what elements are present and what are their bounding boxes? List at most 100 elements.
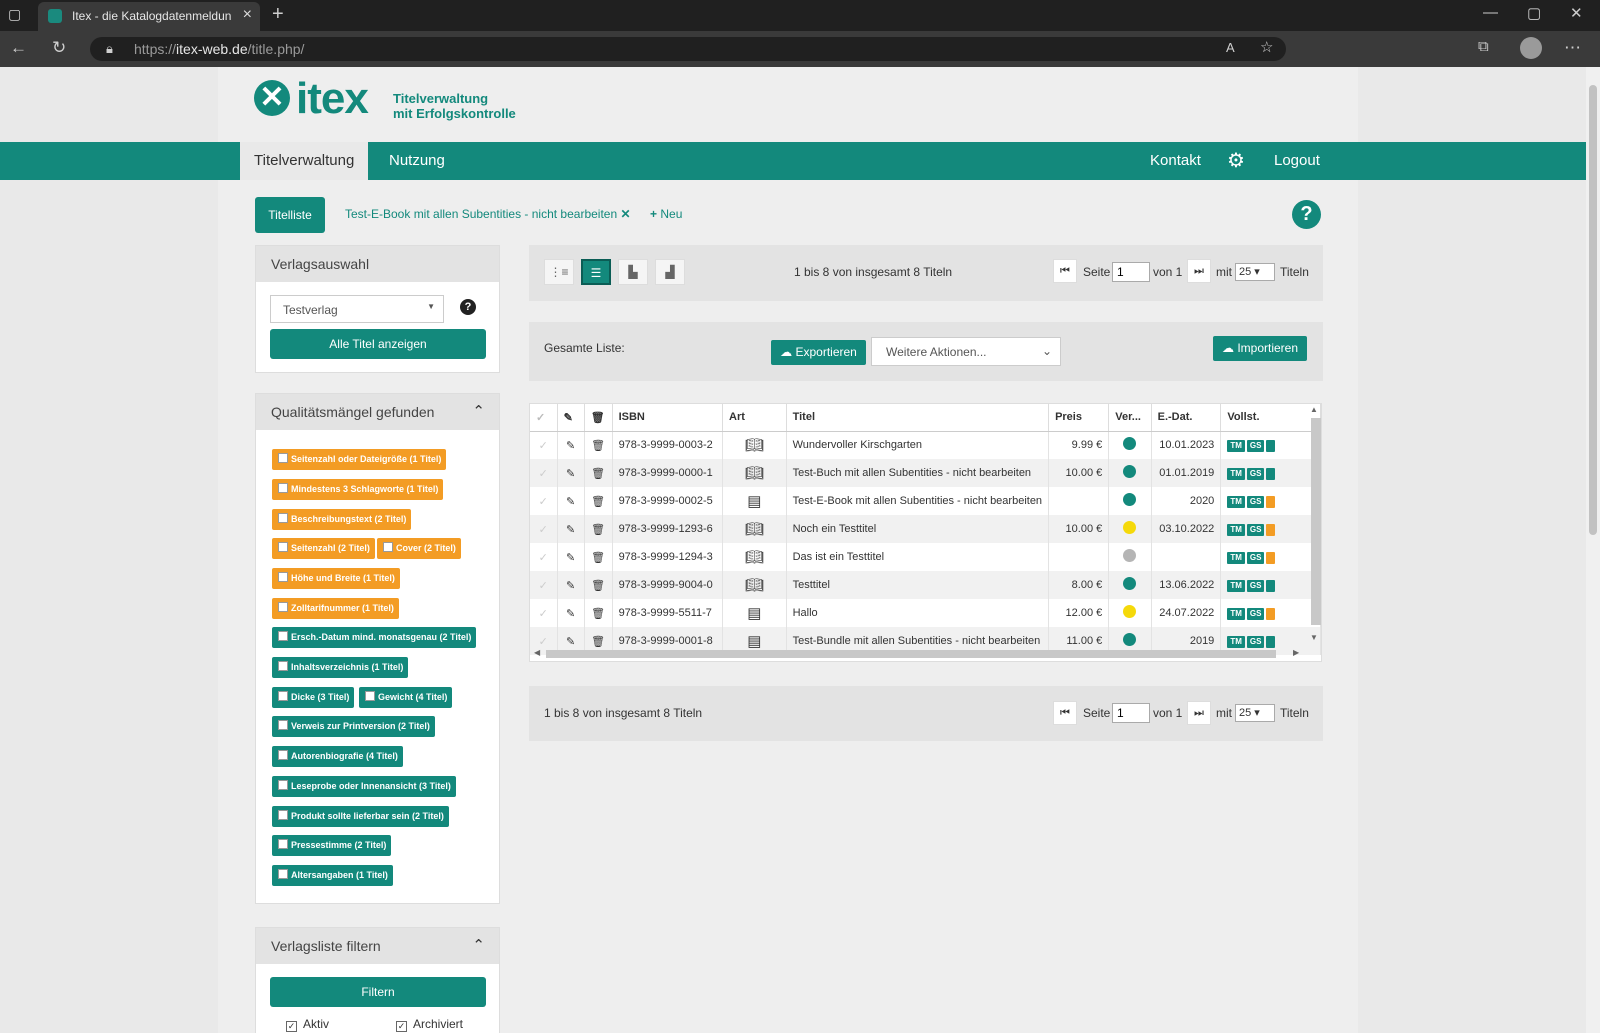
minimize-icon[interactable]: — xyxy=(1483,4,1498,21)
quality-chip[interactable]: Gewicht (4 Titel) xyxy=(359,687,453,708)
view-chart-icon[interactable]: ▙ xyxy=(618,259,648,285)
close-icon[interactable]: ✕ xyxy=(620,207,630,221)
row-select-checkbox[interactable]: ✓ xyxy=(530,515,558,543)
quality-chip[interactable]: Altersangaben (1 Titel) xyxy=(272,865,393,886)
edit-icon[interactable]: ✎ xyxy=(557,543,585,571)
first-page-icon[interactable]: ⏮ xyxy=(1053,259,1077,283)
delete-icon[interactable]: 🗑︎ xyxy=(584,571,613,599)
table-row[interactable]: ✓ ✎ 🗑︎ 978-3-9999-5511-7 ▤ Hallo 12.00 € 24.07.… xyxy=(530,599,1321,627)
chip-checkbox[interactable] xyxy=(365,691,375,701)
quality-chip[interactable]: Autorenbiografie (4 Titel) xyxy=(272,746,403,767)
chip-checkbox[interactable] xyxy=(278,572,288,582)
page-scrollbar[interactable] xyxy=(1586,67,1600,1033)
profile-avatar[interactable] xyxy=(1520,37,1542,59)
quality-chip[interactable]: Cover (2 Titel) xyxy=(377,538,461,559)
lock-icon[interactable]: 🔒︎ xyxy=(106,41,113,57)
more-actions-select[interactable]: Weitere Aktionen... ⌄ xyxy=(871,337,1061,366)
archiviert-checkbox[interactable]: ✓ Archiviert xyxy=(396,1017,463,1032)
quality-chip[interactable]: Verweis zur Printversion (2 Titel) xyxy=(272,716,435,737)
table-horizontal-scrollbar[interactable] xyxy=(546,650,1276,658)
quality-chip[interactable]: Ersch.-Datum mind. monatsgenau (2 Titel) xyxy=(272,627,477,648)
url-input[interactable]: https://itex-web.de/title.php/ xyxy=(90,37,1286,61)
table-vertical-scrollbar[interactable] xyxy=(1311,418,1321,625)
check-icon[interactable]: ✓ xyxy=(396,1021,407,1032)
read-aloud-icon[interactable]: A xyxy=(1226,40,1235,55)
chip-checkbox[interactable] xyxy=(278,513,288,523)
quality-chip[interactable]: Beschreibungstext (2 Titel) xyxy=(272,509,412,530)
chip-checkbox[interactable] xyxy=(278,483,288,493)
table-row[interactable]: ✓ ✎ 🗑︎ 978-3-9999-0000-1 📖︎ Test-Buch mit all… xyxy=(530,459,1321,487)
delete-icon[interactable]: 🗑︎ xyxy=(584,459,613,487)
page-scroll-thumb[interactable] xyxy=(1589,85,1597,535)
kontakt-link[interactable]: Kontakt xyxy=(1136,142,1215,180)
col-preis[interactable]: Preis xyxy=(1048,404,1110,432)
chip-checkbox[interactable] xyxy=(278,691,288,701)
col-edat[interactable]: E.-Dat. xyxy=(1151,404,1222,432)
table-row[interactable]: ✓ ✎ 🗑︎ 978-3-9999-1294-3 📖︎ Das ist ein Testt… xyxy=(530,543,1321,571)
back-icon[interactable]: ← xyxy=(10,38,27,58)
first-page-icon[interactable]: ⏮ xyxy=(1053,701,1077,725)
delete-icon[interactable]: 🗑︎ xyxy=(584,431,613,459)
quality-chip[interactable]: Mindestens 3 Schlagworte (1 Titel) xyxy=(272,479,444,500)
row-select-checkbox[interactable]: ✓ xyxy=(530,459,558,487)
delete-icon[interactable]: 🗑︎ xyxy=(584,515,613,543)
new-title-button[interactable]: + Neu xyxy=(650,207,682,221)
chip-checkbox[interactable] xyxy=(278,542,288,552)
chip-checkbox[interactable] xyxy=(278,453,288,463)
edit-icon[interactable]: ✎ xyxy=(557,515,585,543)
scroll-down-icon[interactable]: ▼ xyxy=(1310,633,1318,642)
chip-checkbox[interactable] xyxy=(278,750,288,760)
quality-chip[interactable]: Pressestimme (2 Titel) xyxy=(272,835,392,856)
chevron-up-icon[interactable]: ⌃ xyxy=(472,936,485,954)
page-input-bottom[interactable] xyxy=(1112,703,1150,723)
close-tab-icon[interactable]: × xyxy=(243,6,252,24)
row-select-checkbox[interactable]: ✓ xyxy=(530,487,558,515)
view-list-icon[interactable]: ☰ xyxy=(581,259,611,285)
chip-checkbox[interactable] xyxy=(278,839,288,849)
aktiv-checkbox[interactable]: ✓ Aktiv xyxy=(286,1017,329,1032)
col-art[interactable]: Art xyxy=(722,404,787,432)
favorite-star-icon[interactable]: ☆ xyxy=(1260,38,1273,56)
page-input[interactable] xyxy=(1112,262,1150,282)
chip-checkbox[interactable] xyxy=(278,602,288,612)
maximize-icon[interactable]: ▢ xyxy=(1527,4,1541,22)
delete-icon[interactable]: 🗑︎ xyxy=(584,487,613,515)
per-page-select-bottom[interactable]: 25 ▾ xyxy=(1235,704,1275,722)
quality-chip[interactable]: Seitenzahl oder Dateigröße (1 Titel) xyxy=(272,449,447,470)
delete-icon[interactable]: 🗑︎ xyxy=(584,543,613,571)
quality-chip[interactable]: Höhe und Breite (1 Titel) xyxy=(272,568,400,589)
table-row[interactable]: ✓ ✎ 🗑︎ 978-3-9999-0003-2 📖︎ Wundervoller Kirs… xyxy=(530,431,1321,459)
chevron-up-icon[interactable]: ⌃ xyxy=(472,402,485,420)
col-ver[interactable]: Ver... xyxy=(1108,404,1152,432)
col-vollst[interactable]: Vollst. xyxy=(1220,404,1321,432)
titelliste-button[interactable]: Titelliste xyxy=(255,197,325,233)
col-isbn[interactable]: ISBN xyxy=(612,404,724,432)
scroll-left-icon[interactable]: ◀ xyxy=(534,648,540,657)
scroll-up-icon[interactable]: ▲ xyxy=(1310,405,1318,414)
quality-chip[interactable]: Zolltarifnummer (1 Titel) xyxy=(272,598,399,619)
quality-chip[interactable]: Inhaltsverzeichnis (1 Titel) xyxy=(272,657,409,678)
view-image-icon[interactable]: ▟ xyxy=(655,259,685,285)
gear-icon[interactable]: ⚙ xyxy=(1227,148,1245,173)
table-row[interactable]: ✓ ✎ 🗑︎ 978-3-9999-1293-6 📖︎ Noch ein Testtite… xyxy=(530,515,1321,543)
open-title-tab[interactable]: Test-E-Book mit allen Subentities - nich… xyxy=(345,207,631,221)
table-row[interactable]: ✓ ✎ 🗑︎ 978-3-9999-0002-5 ▤ Test-E-Book mit al… xyxy=(530,487,1321,515)
close-window-icon[interactable]: ✕ xyxy=(1570,4,1583,22)
edit-icon[interactable]: ✎ xyxy=(557,431,585,459)
row-select-checkbox[interactable]: ✓ xyxy=(530,431,558,459)
row-select-checkbox[interactable]: ✓ xyxy=(530,599,558,627)
more-menu-icon[interactable]: ⋯ xyxy=(1564,38,1581,58)
table-row[interactable]: ✓ ✎ 🗑︎ 978-3-9999-9004-0 📖︎ Testtitel 8.00 € 13… xyxy=(530,571,1321,599)
alle-titel-button[interactable]: Alle Titel anzeigen xyxy=(270,329,486,359)
row-select-checkbox[interactable]: ✓ xyxy=(530,543,558,571)
filter-button[interactable]: Filtern xyxy=(270,977,486,1007)
export-button[interactable]: ☁ Exportieren xyxy=(771,340,866,365)
tab-titelverwaltung[interactable]: Titelverwaltung xyxy=(240,142,369,180)
verlag-select[interactable]: Testverlag ▼ xyxy=(270,295,444,323)
help-icon[interactable]: ? xyxy=(1292,200,1321,229)
delete-icon[interactable]: 🗑︎ xyxy=(584,599,613,627)
col-titel[interactable]: Titel xyxy=(786,404,1050,432)
collections-icon[interactable]: ⧉ xyxy=(1478,38,1489,55)
scroll-right-icon[interactable]: ▶ xyxy=(1293,648,1299,657)
new-tab-icon[interactable]: + xyxy=(272,3,284,26)
